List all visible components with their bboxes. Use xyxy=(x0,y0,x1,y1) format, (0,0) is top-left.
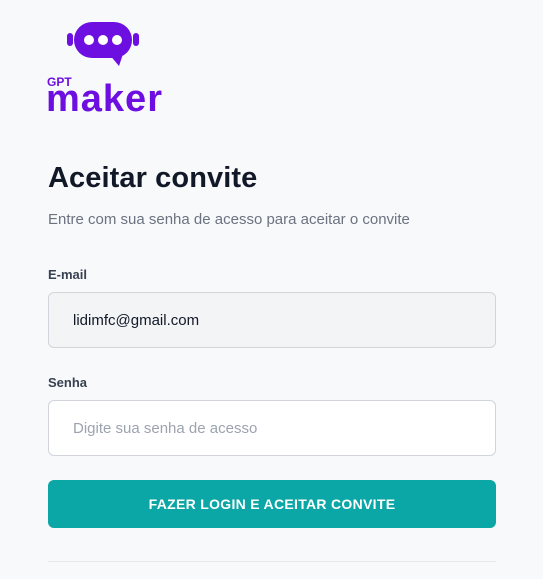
gpt-maker-logo: GPT maker xyxy=(47,20,177,114)
login-accept-invite-button[interactable]: FAZER LOGIN E ACEITAR CONVITE xyxy=(48,480,496,528)
page-title: Aceitar convite xyxy=(48,162,258,194)
logo-large-text: maker xyxy=(47,78,163,114)
email-field[interactable] xyxy=(48,292,496,348)
divider xyxy=(48,561,496,562)
password-label: Senha xyxy=(48,375,88,390)
password-field[interactable] xyxy=(48,400,496,456)
email-label: E-mail xyxy=(48,267,88,282)
page-subtitle: Entre com sua senha de acesso para aceit… xyxy=(48,211,410,228)
robot-chat-bubble-icon: GPT maker xyxy=(47,22,163,114)
